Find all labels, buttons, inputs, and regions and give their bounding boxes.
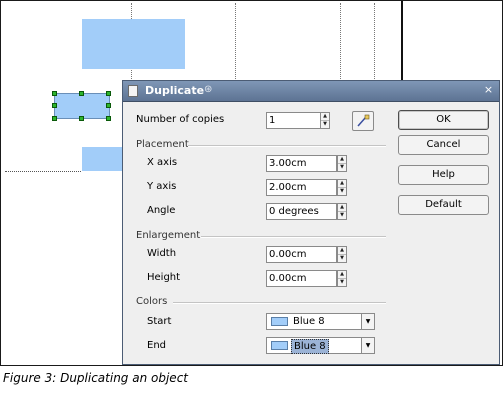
width-stepper[interactable]: ▲ ▼ (337, 246, 347, 263)
blue-rectangle[interactable] (82, 147, 123, 171)
section-divider (188, 145, 386, 147)
x-axis-label: X axis (147, 157, 178, 168)
page-border (401, 1, 403, 83)
color-swatch (271, 341, 288, 350)
spin-up-icon[interactable]: ▲ (338, 204, 346, 212)
height-stepper[interactable]: ▲ ▼ (337, 270, 347, 287)
help-button[interactable]: Help (398, 165, 489, 185)
spin-down-icon[interactable]: ▼ (338, 255, 346, 262)
height-label: Height (147, 272, 181, 283)
copies-label: Number of copies (136, 114, 225, 125)
default-button[interactable]: Default (398, 195, 489, 215)
dialog-title: Duplicate (145, 84, 205, 97)
colors-heading: Colors (136, 296, 168, 307)
spin-down-icon[interactable]: ▼ (321, 121, 329, 128)
start-color-select[interactable]: Blue 8 ▼ (266, 313, 375, 330)
resize-handle[interactable] (106, 116, 111, 121)
angle-label: Angle (147, 205, 176, 216)
dialog-titlebar[interactable]: Duplicate ⊛ × (123, 81, 499, 102)
guide-line (235, 3, 236, 81)
copies-stepper[interactable]: ▲ ▼ (320, 112, 330, 129)
y-axis-stepper[interactable]: ▲ ▼ (337, 179, 347, 196)
values-from-selection-button[interactable] (352, 111, 374, 131)
end-color-label: End (147, 340, 167, 351)
spin-down-icon[interactable]: ▼ (338, 164, 346, 171)
y-axis-label: Y axis (147, 181, 177, 192)
document-icon (128, 85, 138, 97)
spin-up-icon[interactable]: ▲ (338, 247, 346, 255)
spin-up-icon[interactable]: ▲ (338, 271, 346, 279)
pin-icon[interactable]: ⊛ (204, 84, 212, 95)
placement-heading: Placement (136, 139, 189, 150)
resize-handle[interactable] (52, 116, 57, 121)
height-input[interactable]: 0.00cm (266, 270, 337, 287)
chevron-down-icon[interactable]: ▼ (361, 338, 374, 353)
spin-up-icon[interactable]: ▲ (338, 180, 346, 188)
resize-handle[interactable] (79, 91, 84, 96)
section-divider (173, 302, 386, 304)
spin-up-icon[interactable]: ▲ (338, 156, 346, 164)
resize-handle[interactable] (106, 91, 111, 96)
guide-line (374, 3, 375, 81)
resize-handle[interactable] (52, 91, 57, 96)
angle-input[interactable]: 0 degrees (266, 203, 337, 220)
copies-input[interactable]: 1 (266, 112, 321, 129)
blue-rectangle[interactable] (82, 19, 185, 69)
resize-handle[interactable] (106, 103, 111, 108)
start-color-label: Start (147, 316, 172, 327)
ok-button[interactable]: OK (398, 110, 489, 130)
color-swatch (271, 317, 288, 326)
spin-up-icon[interactable]: ▲ (321, 113, 329, 121)
y-axis-input[interactable]: 2.00cm (266, 179, 337, 196)
close-icon[interactable]: × (482, 84, 495, 97)
width-input[interactable]: 0.00cm (266, 246, 337, 263)
chevron-down-icon[interactable]: ▼ (361, 314, 374, 329)
resize-handle[interactable] (52, 103, 57, 108)
guide-line (340, 3, 341, 81)
angle-stepper[interactable]: ▲ ▼ (337, 203, 347, 220)
pipette-icon (357, 114, 370, 127)
figure-caption: Figure 3: Duplicating an object (3, 371, 188, 385)
x-axis-stepper[interactable]: ▲ ▼ (337, 155, 347, 172)
section-divider (201, 236, 386, 238)
end-color-select[interactable]: Blue 8 ▼ (266, 337, 375, 354)
end-color-value: Blue 8 (291, 339, 329, 354)
start-color-value: Blue 8 (293, 316, 325, 327)
spin-down-icon[interactable]: ▼ (338, 212, 346, 219)
enlargement-heading: Enlargement (136, 230, 201, 241)
guide-line (5, 171, 81, 172)
resize-handle[interactable] (79, 116, 84, 121)
x-axis-input[interactable]: 3.00cm (266, 155, 337, 172)
cancel-button[interactable]: Cancel (398, 135, 489, 155)
duplicate-dialog: Duplicate ⊛ × Number of copies 1 ▲ ▼ Pla… (122, 80, 500, 365)
spin-down-icon[interactable]: ▼ (338, 279, 346, 286)
width-label: Width (147, 248, 177, 259)
spin-down-icon[interactable]: ▼ (338, 188, 346, 195)
